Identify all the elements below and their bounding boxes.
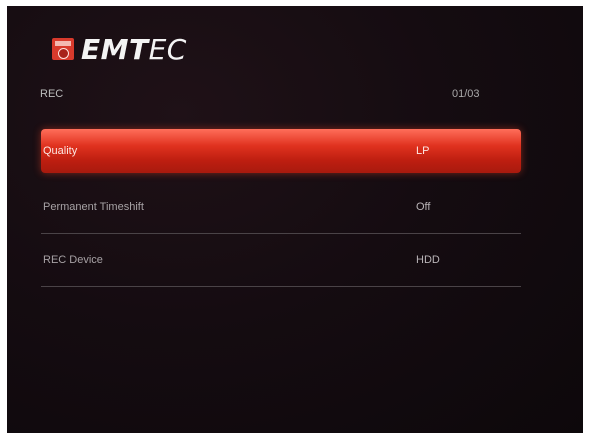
menu-item-label: Quality xyxy=(43,145,78,157)
logo-text: EMTEC xyxy=(81,33,187,66)
menu-item-permanent-timeshift[interactable]: Permanent Timeshift Off xyxy=(41,181,521,234)
menu-item-label: Permanent Timeshift xyxy=(43,201,144,213)
logo-text-light: EC xyxy=(148,32,187,66)
emtec-logo: EMTEC xyxy=(52,33,187,66)
logo-text-bold: EMT xyxy=(81,32,149,66)
section-title: REC xyxy=(40,88,64,100)
menu-item-value: HDD xyxy=(416,254,440,266)
menu-item-value: Off xyxy=(416,201,431,213)
menu-item-label: REC Device xyxy=(43,254,103,266)
emtec-logo-icon xyxy=(52,38,74,60)
menu-item-rec-device[interactable]: REC Device HDD xyxy=(41,234,521,287)
menu-item-value: LP xyxy=(416,145,430,157)
menu-item-quality[interactable]: Quality LP xyxy=(41,129,521,173)
settings-menu: Quality LP Permanent Timeshift Off REC D… xyxy=(41,129,521,287)
page-indicator: 01/03 xyxy=(452,88,480,100)
tv-screen: EMTEC REC 01/03 Quality LP Permanent Tim… xyxy=(7,6,583,433)
